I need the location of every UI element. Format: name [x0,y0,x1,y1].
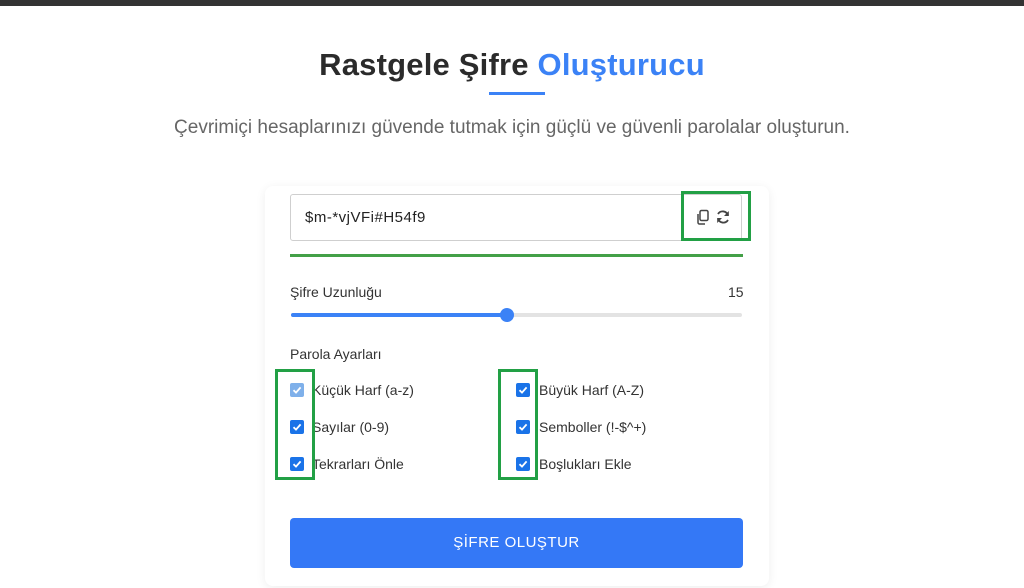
strength-bar [290,254,743,257]
option-label-avoid-repeats: Tekrarları Önle [312,456,404,472]
page-subtitle: Çevrimiçi hesaplarınızı güvende tutmak i… [174,117,850,138]
highlight-left-checkboxes [275,369,315,480]
option-label-uppercase: Büyük Harf (A-Z) [539,382,645,398]
copy-icon[interactable] [694,208,712,226]
length-label: Şifre Uzunluğu [290,284,382,300]
highlight-right-checkboxes [498,369,538,480]
option-label-symbols: Semboller (!-$^+) [539,419,647,435]
length-value: 15 [728,284,744,300]
option-label-lowercase: Küçük Harf (a-z) [312,382,414,398]
options-label: Parola Ayarları [290,346,382,362]
option-label-numbers: Sayılar (0-9) [312,419,390,435]
page-title: Rastgele Şifre Oluşturucu [0,47,1024,83]
generate-password-button[interactable]: ŞİFRE OLUŞTUR [290,518,743,568]
title-accent: Oluşturucu [537,47,705,82]
title-underline [489,92,545,95]
slider-fill [291,313,508,317]
length-slider[interactable] [291,308,742,322]
password-value[interactable]: $m-*vjVFi#H54f9 [305,209,426,226]
option-label-add-spaces: Boşlukları Ekle [539,456,632,472]
password-field[interactable]: $m-*vjVFi#H54f9 [290,194,742,241]
top-bar [0,0,1024,6]
title-main: Rastgele Şifre [319,47,529,82]
refresh-icon[interactable] [714,208,732,226]
